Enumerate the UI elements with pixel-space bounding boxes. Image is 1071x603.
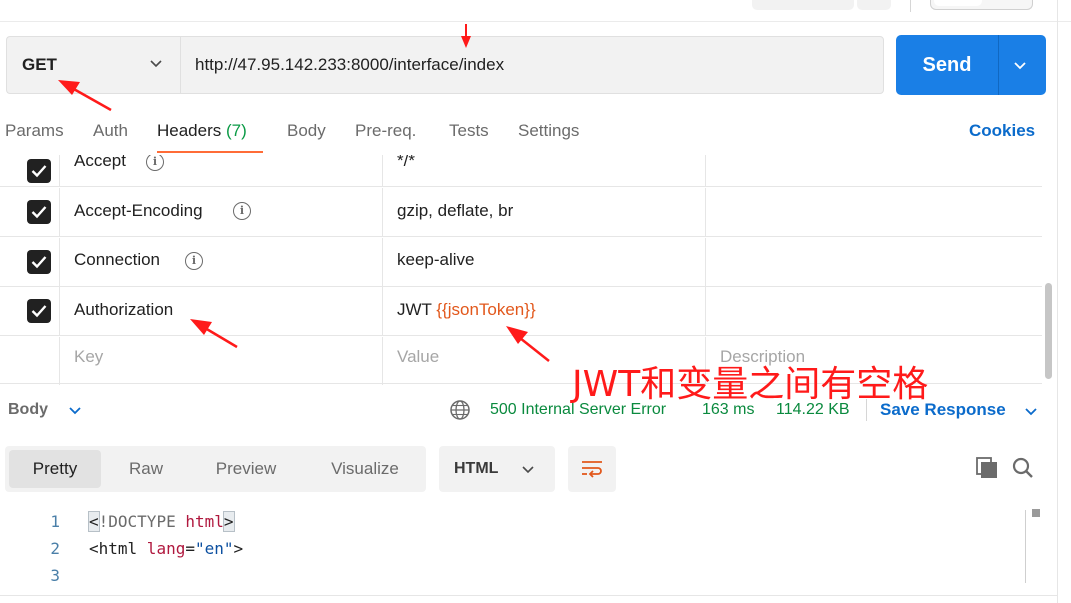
arrow-jwt-icon bbox=[506, 326, 550, 362]
arrow-method-icon bbox=[58, 80, 112, 112]
annotation-arrows bbox=[58, 24, 550, 362]
arrow-authorization-icon bbox=[190, 319, 238, 349]
arrow-url-icon bbox=[461, 24, 471, 48]
